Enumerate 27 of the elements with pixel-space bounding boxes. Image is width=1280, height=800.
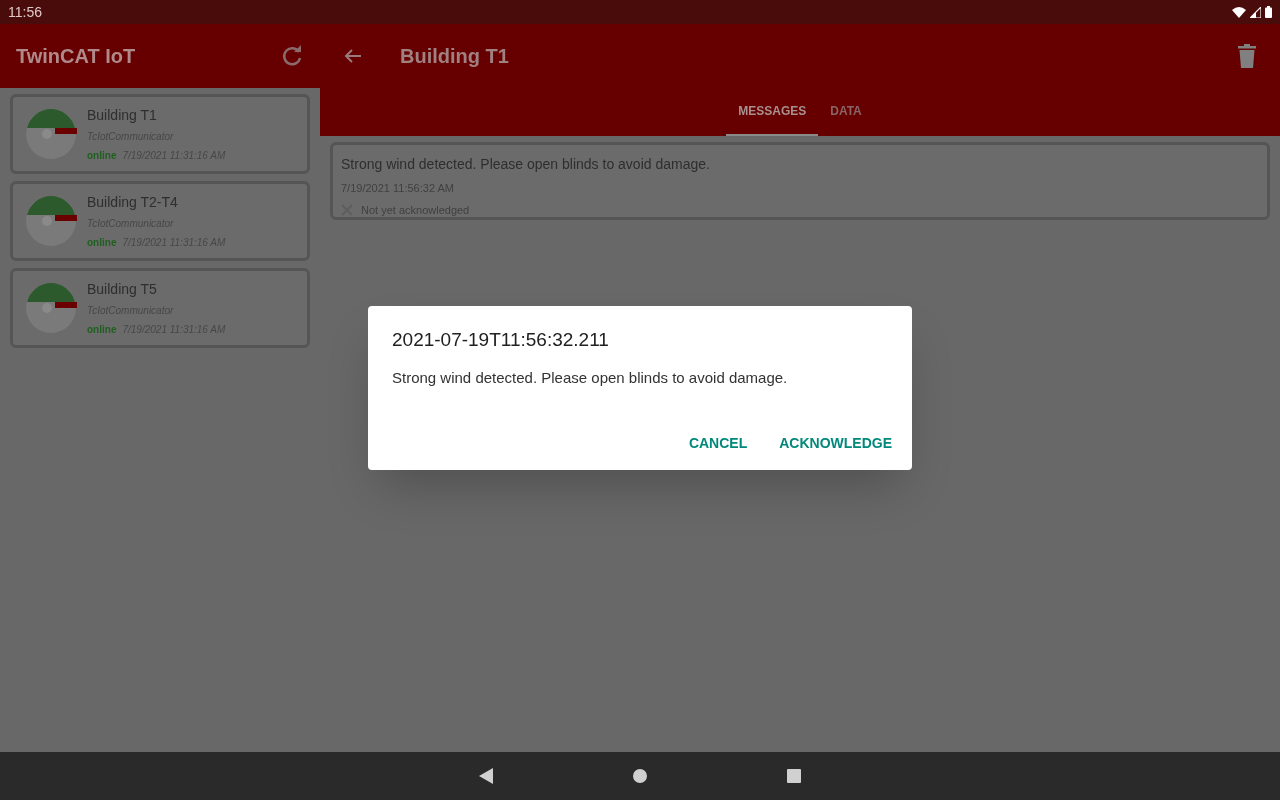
dialog-button[interactable]: CANCEL [676,425,760,462]
home-nav-icon[interactable] [633,769,647,783]
back-nav-icon[interactable] [479,768,493,784]
logo-icon [25,282,77,334]
device-name: Building T1 [87,106,158,125]
device-name: Building T5 [87,280,158,299]
device-status: online [87,149,117,163]
tab[interactable]: DATA [818,88,874,136]
app-title: TwinCAT IoT [16,44,136,69]
logo-icon [25,195,77,247]
signal-icon [1250,6,1261,18]
device-status: online [87,236,117,250]
status-time: 11:56 [8,3,42,22]
refresh-icon[interactable] [280,44,304,68]
delete-icon[interactable] [1238,44,1256,68]
back-arrow-icon[interactable] [344,48,362,64]
dialog-title: 2021-07-19T11:56:32.211 [392,328,610,352]
page-title: Building T1 [400,44,509,69]
dialog-message: Strong wind detected. Please open blinds to avoid damage. [392,367,789,388]
device-name: Building T2-T4 [87,193,179,212]
device-status: online [87,323,117,337]
tab[interactable]: MESSAGES [726,88,819,136]
wifi-icon [1232,6,1246,18]
battery-icon [1265,6,1272,18]
logo-icon [25,108,77,160]
dialog-button[interactable]: ACKNOWLEDGE [767,425,904,462]
message-text: Strong wind detected. Please open blinds to avoid damage. [341,155,711,174]
